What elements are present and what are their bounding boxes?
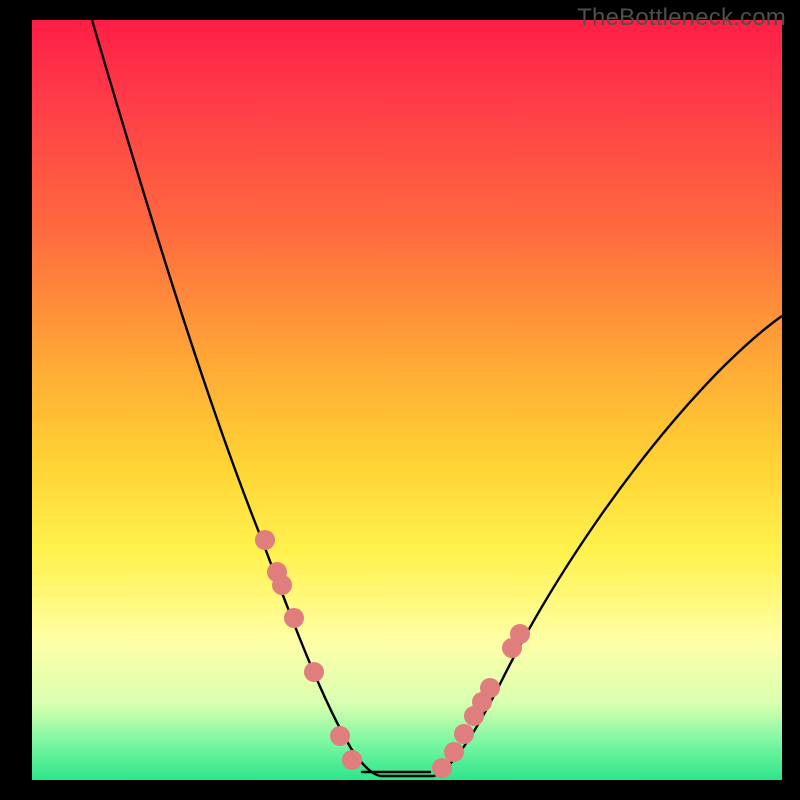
data-point [444, 742, 464, 762]
chart-frame: TheBottleneck.com [0, 0, 800, 800]
watermark-text: TheBottleneck.com [577, 4, 786, 32]
data-point [330, 726, 350, 746]
data-point [342, 750, 362, 770]
data-point [255, 530, 275, 550]
data-point [510, 624, 530, 644]
data-point [304, 662, 324, 682]
data-point [284, 608, 304, 628]
data-point [432, 758, 452, 778]
curve-left [92, 20, 380, 776]
plot-area [32, 20, 782, 780]
data-point [480, 678, 500, 698]
data-point [272, 575, 292, 595]
curve-svg [32, 20, 782, 780]
data-point [454, 724, 474, 744]
